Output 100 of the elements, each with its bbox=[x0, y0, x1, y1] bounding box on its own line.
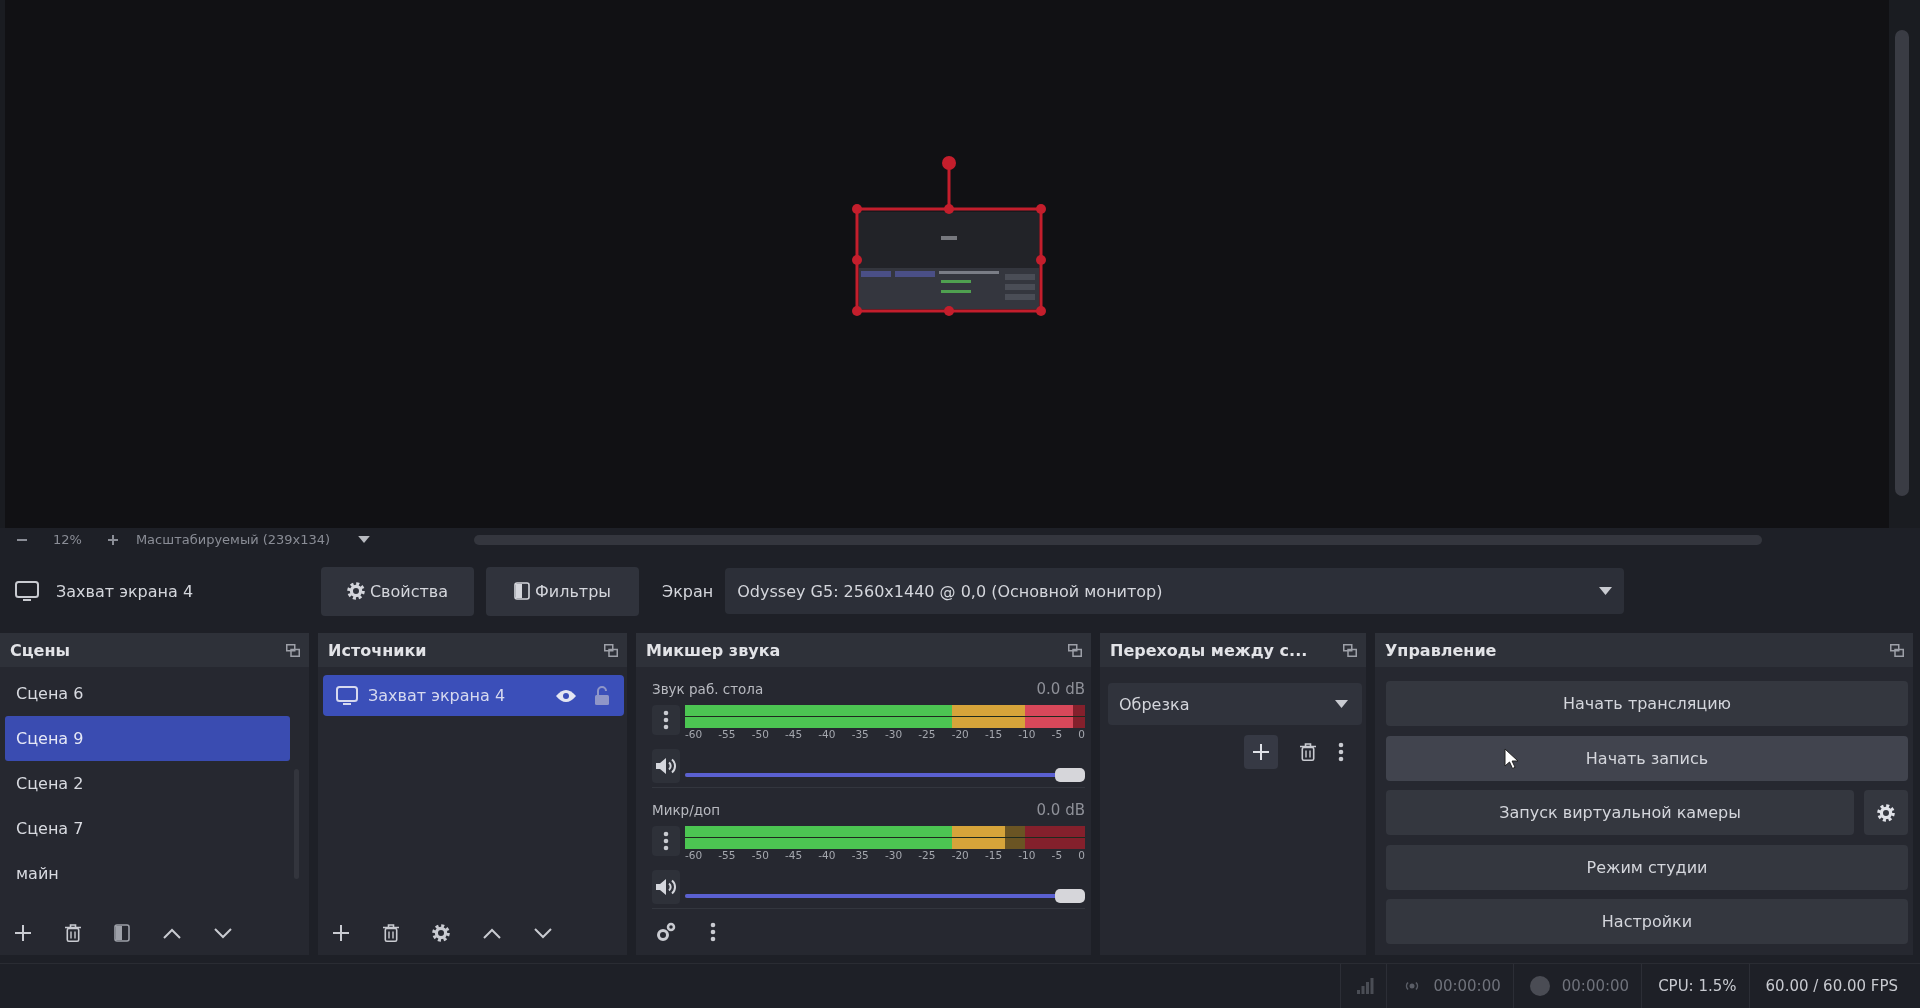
meter-scale-label: -50 bbox=[751, 728, 769, 741]
meter-scale-label: -35 bbox=[851, 728, 869, 741]
chevron-up-icon[interactable] bbox=[483, 927, 501, 939]
meter-scale-label: -50 bbox=[751, 849, 769, 862]
scale-mode-dropdown[interactable]: Масштабируемый (239x134) bbox=[135, 532, 371, 547]
volume-slider[interactable] bbox=[685, 887, 1085, 904]
undock-icon[interactable] bbox=[604, 643, 618, 657]
monitor-icon bbox=[336, 686, 358, 705]
start-virtual-camera-button[interactable]: Запуск виртуальной камеры bbox=[1386, 790, 1854, 835]
meter-scale-label: -35 bbox=[851, 849, 869, 862]
panel-title: Переходы между с... bbox=[1110, 640, 1308, 660]
volume-reading: 0.0 dB bbox=[1036, 680, 1085, 698]
scene-item[interactable]: Сцена 2 bbox=[5, 761, 290, 806]
horizontal-scrollbar[interactable] bbox=[474, 534, 1763, 545]
chevron-down-icon[interactable] bbox=[534, 927, 552, 939]
vertical-dots-icon[interactable] bbox=[710, 922, 716, 942]
transition-dropdown[interactable]: Обрезка bbox=[1108, 683, 1362, 725]
studio-mode-button[interactable]: Режим студии bbox=[1386, 844, 1908, 890]
caret-icon bbox=[1335, 700, 1348, 708]
scene-item[interactable]: майн bbox=[5, 851, 290, 896]
meter-scale-label: -25 bbox=[918, 849, 936, 862]
undock-icon[interactable] bbox=[1068, 643, 1082, 657]
scene-item[interactable]: Сцена 9 bbox=[5, 716, 290, 761]
gears-icon[interactable] bbox=[656, 922, 676, 942]
meter-scale-label: -60 bbox=[685, 728, 703, 741]
trash-icon[interactable] bbox=[1300, 743, 1316, 761]
plus-icon bbox=[107, 534, 118, 545]
meter-scale-label: -10 bbox=[1018, 849, 1036, 862]
eye-icon[interactable] bbox=[555, 688, 577, 703]
channel-menu-button[interactable] bbox=[652, 826, 680, 856]
caret-icon bbox=[358, 536, 371, 543]
scene-item[interactable]: Сцена 7 bbox=[5, 806, 290, 851]
slider-handle[interactable] bbox=[1055, 767, 1085, 782]
start-streaming-button[interactable]: Начать трансляцию bbox=[1386, 681, 1908, 726]
record-dot-icon bbox=[1529, 976, 1550, 996]
signal-bars-icon bbox=[1357, 978, 1375, 994]
meter-scale-label: -40 bbox=[818, 728, 836, 741]
meter-scale-label: -15 bbox=[984, 728, 1003, 741]
mute-button[interactable] bbox=[652, 870, 680, 904]
settings-button[interactable]: Настройки bbox=[1386, 899, 1908, 944]
frame-rate: 60.00 / 60.00 FPS bbox=[1765, 977, 1898, 995]
source-item[interactable]: Захват экрана 4 bbox=[323, 675, 624, 716]
filter-icon bbox=[514, 582, 531, 600]
zoom-in-button[interactable] bbox=[105, 532, 120, 547]
meter-scale-label: -5 bbox=[1051, 728, 1063, 741]
trash-icon[interactable] bbox=[65, 924, 81, 942]
meter-scale-label: -40 bbox=[818, 849, 836, 862]
properties-button[interactable]: Свойства bbox=[321, 566, 474, 616]
trash-icon[interactable] bbox=[383, 924, 399, 942]
zoom-level: 12% bbox=[53, 532, 82, 547]
recording-timer: 00:00:00 bbox=[1561, 977, 1630, 995]
start-recording-button[interactable]: Начать запись bbox=[1386, 735, 1908, 781]
plus-icon[interactable] bbox=[14, 924, 32, 942]
meter-scale-label: -25 bbox=[918, 728, 936, 741]
meter-scale-label: -55 bbox=[718, 728, 736, 741]
meter-scale-label: -10 bbox=[1018, 728, 1036, 741]
mute-button[interactable] bbox=[652, 749, 680, 783]
chevron-down-icon[interactable] bbox=[214, 927, 232, 939]
stream-timer: 00:00:00 bbox=[1433, 977, 1501, 995]
selected-screen-capture[interactable] bbox=[849, 154, 1049, 319]
meter-scale-label: 0 bbox=[1078, 728, 1085, 741]
display-dropdown[interactable]: Odyssey G5: 2560x1440 @ 0,0 (Основной монитор) bbox=[725, 568, 1625, 614]
volume-reading: 0.0 dB bbox=[1036, 801, 1085, 819]
channel-menu-button[interactable] bbox=[652, 705, 680, 735]
channel-name: Звук раб. стола bbox=[652, 681, 764, 697]
volume-slider[interactable] bbox=[685, 766, 1085, 783]
meter-scale-label: -60 bbox=[685, 849, 703, 862]
meter-scale-label: -20 bbox=[951, 728, 969, 741]
caret-icon bbox=[1599, 587, 1613, 595]
vertical-dots-icon[interactable] bbox=[1338, 742, 1344, 762]
meter-scale-label: -5 bbox=[1051, 849, 1063, 862]
filter-icon[interactable] bbox=[114, 924, 130, 942]
plus-icon[interactable] bbox=[332, 924, 350, 942]
meter-scale-label: -15 bbox=[984, 849, 1003, 862]
undock-icon[interactable] bbox=[286, 643, 300, 657]
meter-scale-label: 0 bbox=[1078, 849, 1085, 862]
vertical-scrollbar[interactable] bbox=[1895, 30, 1909, 496]
chevron-up-icon[interactable] bbox=[163, 927, 181, 939]
vertical-dots-icon bbox=[663, 710, 669, 730]
gear-icon[interactable] bbox=[432, 924, 450, 942]
undock-icon[interactable] bbox=[1343, 643, 1357, 657]
meter-scale-label: -20 bbox=[951, 849, 969, 862]
meter-scale-label: -55 bbox=[718, 849, 736, 862]
mouse-cursor-icon bbox=[1504, 747, 1518, 769]
virtual-camera-settings-button[interactable] bbox=[1864, 790, 1908, 835]
cpu-usage: CPU: 1.5% bbox=[1658, 977, 1737, 995]
scene-item[interactable]: Сцена 6 bbox=[5, 671, 290, 716]
slider-handle[interactable] bbox=[1055, 888, 1085, 903]
gear-icon bbox=[1877, 803, 1895, 822]
panel-title: Сцены bbox=[10, 640, 70, 660]
vertical-dots-icon bbox=[663, 831, 669, 851]
gear-icon bbox=[346, 582, 365, 600]
add-transition-button[interactable] bbox=[1244, 735, 1278, 769]
source-name: Захват экрана 4 bbox=[56, 581, 194, 601]
panel-title: Управление bbox=[1385, 640, 1497, 660]
monitor-icon bbox=[15, 581, 39, 601]
panel-title: Источники bbox=[328, 640, 427, 660]
filters-button[interactable]: Фильтры bbox=[486, 566, 639, 616]
undock-icon[interactable] bbox=[1890, 643, 1904, 657]
padlock-icon[interactable] bbox=[594, 685, 610, 706]
